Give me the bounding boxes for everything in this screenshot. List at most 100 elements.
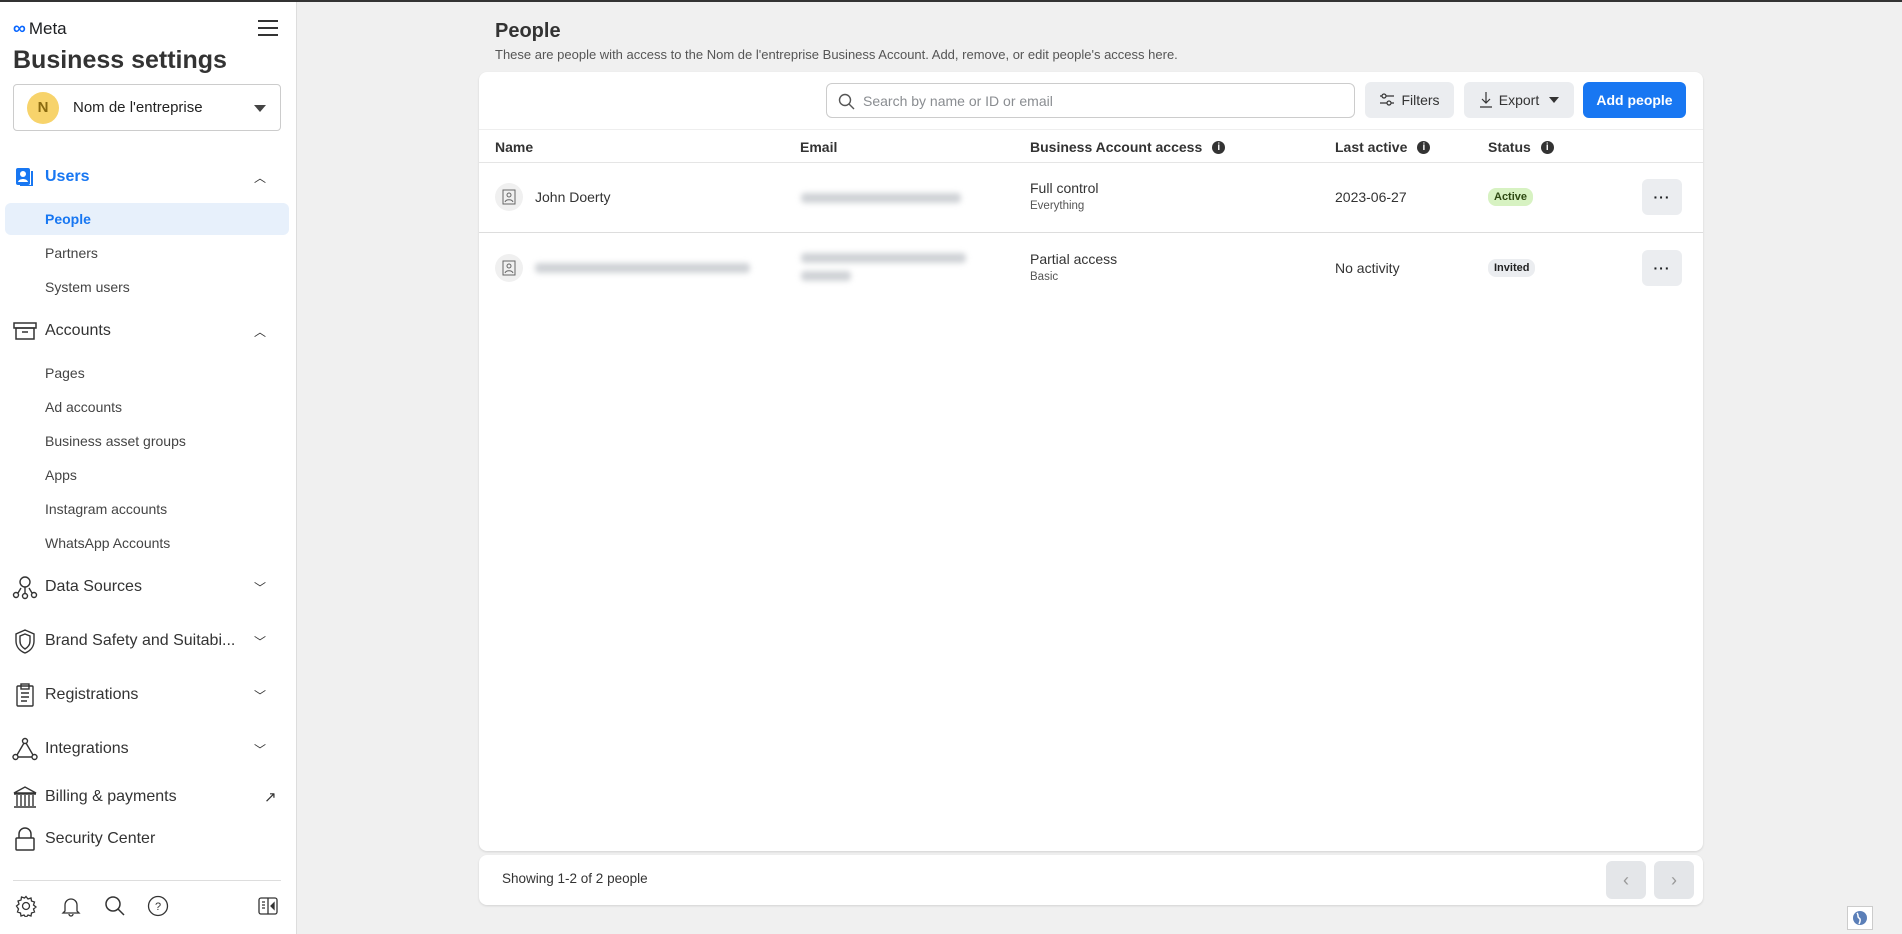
globe-icon[interactable] [1847,906,1873,930]
sidebar-item-partners[interactable]: Partners [5,237,289,269]
column-access[interactable]: Business Account access i [1030,139,1226,155]
pagination-summary: Showing 1-2 of 2 people [502,871,648,886]
page-heading: Business settings [13,46,227,74]
archive-icon [12,318,38,344]
column-last-active[interactable]: Last active i [1335,139,1431,155]
table-header: Name Email Business Account access i Last… [479,129,1703,163]
page-title: People [495,20,561,42]
access-detail: Everything [1030,200,1085,212]
sidebar-item-system-users[interactable]: System users [5,271,289,303]
email-redacted [801,253,966,263]
table-row[interactable]: John Doerty Full control Everything 2023-… [479,163,1703,233]
status-badge: Active [1488,188,1534,206]
column-label: Last active [1335,139,1408,155]
access-cell: Partial access Basic [1030,251,1117,283]
help-icon[interactable]: ? [147,895,171,919]
nav-label: Integrations [45,740,129,757]
nav-users[interactable]: Users ︿ [0,161,297,193]
settings-icon[interactable] [15,895,39,919]
person-icon [495,254,523,282]
data-sources-icon [12,574,38,600]
business-avatar: N [27,91,59,124]
filters-button[interactable]: Filters [1365,82,1454,118]
nav-label: Brand Safety and Suitabi... [45,632,236,649]
nav-integrations[interactable]: Integrations ﹀ [0,733,297,765]
clipboard-icon [12,682,38,708]
sliders-icon [1380,93,1395,106]
nav-label: Accounts [45,322,111,339]
lock-icon [12,826,38,852]
nav-accounts[interactable]: Accounts ︿ [0,315,297,347]
last-active: 2023-06-27 [1335,189,1407,205]
sidebar-item-pages[interactable]: Pages [5,357,289,389]
column-label: Status [1488,139,1531,155]
nav-registrations[interactable]: Registrations ﹀ [0,679,297,711]
collapse-panel-icon[interactable] [257,895,281,919]
svg-text:?: ? [155,901,161,913]
menu-icon[interactable] [258,20,278,36]
search-icon[interactable] [104,895,128,919]
nav-label: Security Center [45,830,156,847]
name-redacted [535,263,750,273]
business-name: Nom de l'entreprise [73,99,203,116]
info-icon[interactable]: i [1540,140,1554,154]
page-subtitle: These are people with access to the Nom … [495,47,1178,62]
last-active: No activity [1335,260,1400,276]
column-label: Name [495,139,534,155]
info-icon[interactable]: i [1417,140,1431,154]
sidebar-item-instagram-accounts[interactable]: Instagram accounts [5,493,289,525]
bell-icon[interactable] [60,895,84,919]
search-placeholder: Search by name or ID or email [863,92,1053,109]
nav-data-sources[interactable]: Data Sources ﹀ [0,571,297,603]
meta-infinity-icon: ∞ [13,18,26,38]
more-options-button[interactable]: ··· [1642,179,1682,215]
meta-logo[interactable]: ∞ Meta [13,18,67,39]
people-table-card: Search by name or ID or email Filters Ex… [479,72,1703,851]
external-link-icon[interactable]: ↗ [264,788,277,806]
logo-text: Meta [28,18,67,38]
column-name[interactable]: Name [495,139,533,155]
search-input[interactable]: Search by name or ID or email [826,83,1355,118]
column-email[interactable]: Email [800,139,837,155]
business-selector[interactable]: N Nom de l'entreprise [13,84,281,131]
status-badge: Invited [1488,259,1536,277]
export-button[interactable]: Export [1464,82,1574,118]
chevron-down-icon: ﹀ [254,742,267,757]
shield-icon [12,628,38,654]
nav-label: Data Sources [45,578,142,595]
export-label: Export [1498,92,1540,108]
email-redacted [801,193,961,203]
access-cell: Full control Everything [1030,180,1098,212]
column-label: Email [800,139,838,155]
column-label: Business Account access [1030,139,1203,155]
bank-icon [12,784,38,810]
sidebar-item-whatsapp-accounts[interactable]: WhatsApp Accounts [5,527,289,559]
chevron-down-icon: ﹀ [254,688,267,703]
column-status[interactable]: Status i [1488,139,1554,155]
email-redacted [801,271,851,281]
sidebar-item-people[interactable]: People [5,203,289,235]
sidebar: ∞ Meta Business settings N Nom de l'entre… [0,2,297,934]
table-row[interactable]: Partial access Basic No activity Invited … [479,233,1703,303]
add-people-button[interactable]: Add people [1583,82,1686,118]
sidebar-item-business-asset-groups[interactable]: Business asset groups [5,425,289,457]
sidebar-item-ad-accounts[interactable]: Ad accounts [5,391,289,423]
previous-page-button[interactable]: ‹ [1606,861,1646,899]
nav-label: Users [45,168,90,185]
more-options-button[interactable]: ··· [1642,250,1682,286]
caret-down-icon [1549,97,1560,103]
nav-brand-safety[interactable]: Brand Safety and Suitabi... ﹀ [0,625,297,657]
integrations-icon [12,736,38,762]
divider [13,880,281,881]
nav-billing-payments[interactable]: Billing & payments ↗ [0,781,297,813]
chevron-up-icon: ︿ [254,170,267,185]
person-name[interactable]: John Doerty [535,189,610,205]
chevron-up-icon: ︿ [254,324,267,339]
sidebar-item-apps[interactable]: Apps [5,459,289,491]
access-detail: Basic [1030,271,1059,283]
nav-label: Registrations [45,686,139,703]
info-icon[interactable]: i [1212,140,1226,154]
nav-security-center[interactable]: Security Center [0,823,297,855]
filters-label: Filters [1401,92,1440,108]
next-page-button[interactable]: › [1654,861,1694,899]
